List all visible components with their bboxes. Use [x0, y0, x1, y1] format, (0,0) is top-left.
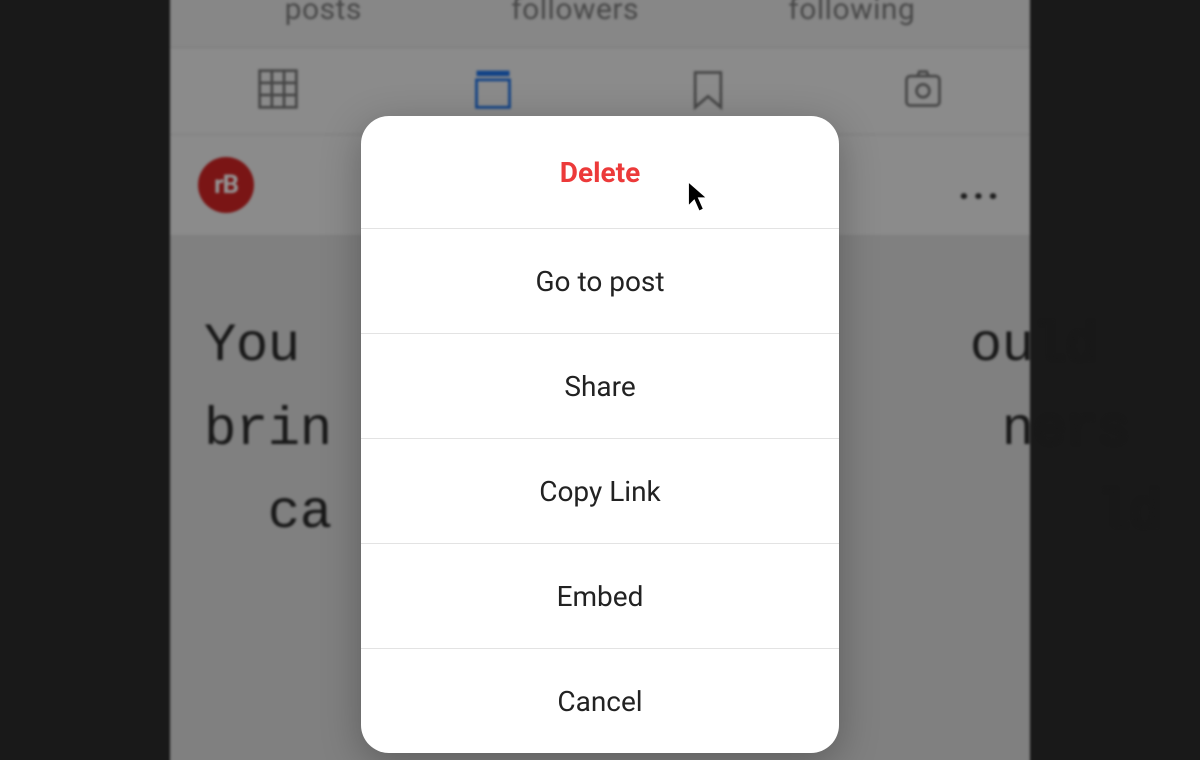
action-item-label: Go to post — [535, 265, 664, 298]
action-item-label: Copy Link — [539, 475, 661, 508]
action-copy-link[interactable]: Copy Link — [361, 438, 839, 543]
action-sheet: Delete Go to post Share Copy Link Embed … — [361, 116, 839, 753]
action-cancel[interactable]: Cancel — [361, 648, 839, 753]
action-item-label: Delete — [560, 156, 640, 189]
screenshot-stage: posts followers following — [0, 0, 1200, 760]
action-delete[interactable]: Delete — [361, 116, 839, 228]
action-go-to-post[interactable]: Go to post — [361, 228, 839, 333]
action-item-label: Share — [564, 370, 635, 403]
action-item-label: Cancel — [557, 685, 642, 718]
action-embed[interactable]: Embed — [361, 543, 839, 648]
action-item-label: Embed — [557, 580, 644, 613]
action-share[interactable]: Share — [361, 333, 839, 438]
